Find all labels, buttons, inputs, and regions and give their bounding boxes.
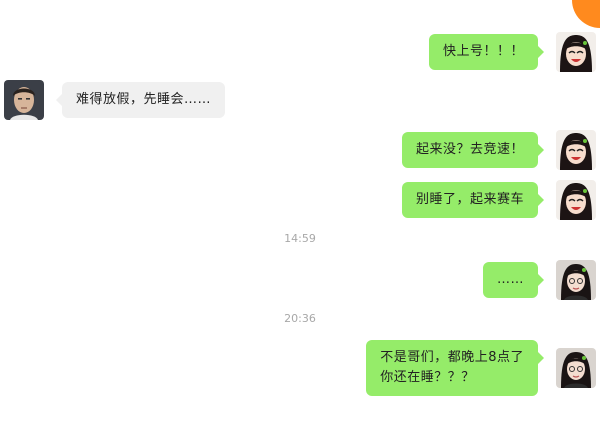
message-row: ……: [0, 260, 600, 300]
my-avatar[interactable]: [556, 348, 596, 388]
message-bubble-outgoing[interactable]: ……: [483, 262, 544, 298]
woman-avatar-icon: [556, 260, 596, 300]
my-avatar[interactable]: [556, 32, 596, 72]
woman-avatar-icon: [556, 130, 596, 170]
woman-avatar-icon: [556, 32, 596, 72]
friend-avatar[interactable]: [4, 80, 44, 120]
timestamp: 20:36: [284, 312, 316, 325]
message-bubble-incoming[interactable]: 难得放假，先睡会……: [55, 82, 226, 118]
woman-avatar-icon: [556, 348, 596, 388]
my-avatar[interactable]: [556, 260, 596, 300]
message-row: 别睡了，起来赛车: [0, 180, 600, 220]
message-row: 难得放假，先睡会……: [0, 80, 600, 120]
my-avatar[interactable]: [556, 130, 596, 170]
man-avatar-icon: [4, 80, 44, 120]
message-bubble-outgoing[interactable]: 不是哥们，都晚上8点了 你还在睡？？？: [366, 340, 544, 396]
message-row: 起来没？去竞速！: [0, 130, 600, 170]
corner-accent: [572, 0, 600, 28]
message-row: 不是哥们，都晚上8点了 你还在睡？？？: [0, 340, 600, 398]
message-bubble-outgoing[interactable]: 快上号！！！: [428, 34, 545, 70]
message-row: 快上号！！！: [0, 32, 600, 72]
woman-avatar-icon: [556, 180, 596, 220]
timestamp: 14:59: [284, 232, 316, 245]
message-bubble-outgoing[interactable]: 起来没？去竞速！: [401, 132, 545, 168]
my-avatar[interactable]: [556, 180, 596, 220]
message-bubble-outgoing[interactable]: 别睡了，起来赛车: [401, 182, 545, 218]
